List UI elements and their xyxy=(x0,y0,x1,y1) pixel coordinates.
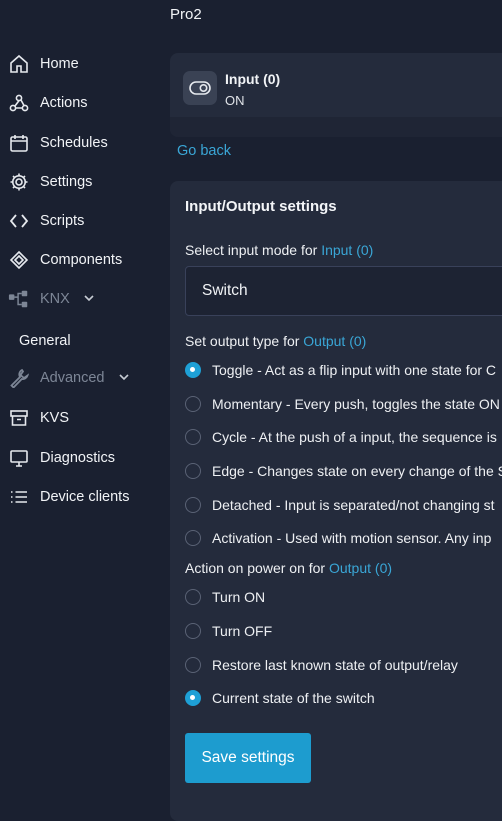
component-card: Input (0) ON xyxy=(170,53,502,137)
radio-label: Detached - Input is separated/not changi… xyxy=(212,497,495,513)
radio-unselected[interactable] xyxy=(185,429,201,445)
sidebar-item-advanced[interactable]: Advanced xyxy=(8,363,129,393)
code-icon xyxy=(8,210,30,232)
radio-unselected[interactable] xyxy=(185,657,201,673)
radio-label: Turn OFF xyxy=(212,623,273,639)
device-title: Pro2 xyxy=(170,6,202,23)
output-type-label: Set output type for Output (0) xyxy=(185,333,366,349)
sidebar-item-actions[interactable]: Actions xyxy=(8,88,88,118)
output-type-option-cycle[interactable]: Cycle - At the push of a input, the sequ… xyxy=(185,426,497,448)
input-mode-label: Select input mode for Input (0) xyxy=(185,242,373,258)
power-on-label: Action on power on for Output (0) xyxy=(185,560,392,576)
wrench-icon xyxy=(8,367,30,389)
sidebar-item-label: KVS xyxy=(40,410,70,426)
radio-unselected[interactable] xyxy=(185,589,201,605)
sidebar-item-schedules[interactable]: Schedules xyxy=(8,128,108,158)
components-icon xyxy=(8,249,30,271)
component-state: ON xyxy=(225,93,245,108)
sidebar-item-device-clients[interactable]: Device clients xyxy=(8,482,129,512)
input-link[interactable]: Input (0) xyxy=(321,242,373,258)
output-type-option-activation[interactable]: Activation - Used with motion sensor. An… xyxy=(185,527,491,549)
radio-selected[interactable] xyxy=(185,690,201,706)
chevron-down-icon xyxy=(84,294,94,305)
component-card-footer xyxy=(170,117,502,137)
sidebar-item-label: Actions xyxy=(40,95,88,111)
sidebar-item-components[interactable]: Components xyxy=(8,245,122,275)
sidebar-item-label: Diagnostics xyxy=(40,450,115,466)
radio-label: Activation - Used with motion sensor. An… xyxy=(212,530,492,546)
settings-title: Input/Output settings xyxy=(185,198,337,215)
sidebar: Home Actions Schedules Settings Scripts … xyxy=(0,0,168,806)
radio-label: Momentary - Every push, toggles the stat… xyxy=(212,396,500,412)
sidebar-item-home[interactable]: Home xyxy=(8,49,79,79)
radio-label: Turn ON xyxy=(212,589,266,605)
output-type-option-toggle[interactable]: Toggle - Act as a flip input with one st… xyxy=(185,359,496,381)
radio-label: Toggle - Act as a flip input with one st… xyxy=(212,362,497,378)
radio-label: Cycle - At the push of a input, the sequ… xyxy=(212,429,497,445)
sidebar-item-kvs[interactable]: KVS xyxy=(8,403,69,433)
input-mode-value: Switch xyxy=(202,282,248,299)
calendar-icon xyxy=(8,132,30,154)
radio-unselected[interactable] xyxy=(185,497,201,513)
sidebar-item-label: Schedules xyxy=(40,135,108,151)
output-type-label-text: Set output type for xyxy=(185,333,300,349)
radio-label: Current state of the switch xyxy=(212,690,375,706)
sidebar-item-label: Components xyxy=(40,252,123,268)
monitor-icon xyxy=(8,447,30,469)
sidebar-item-label: Home xyxy=(40,56,79,72)
network-icon xyxy=(8,288,30,310)
archive-icon xyxy=(8,407,30,429)
sidebar-item-settings[interactable]: Settings xyxy=(8,167,92,197)
output-type-option-edge[interactable]: Edge - Changes state on every change of … xyxy=(185,460,502,482)
power-on-option-turn-off[interactable]: Turn OFF xyxy=(185,620,272,642)
input-mode-label-text: Select input mode for xyxy=(185,242,318,258)
sidebar-item-scripts[interactable]: Scripts xyxy=(8,206,84,236)
radio-unselected[interactable] xyxy=(185,623,201,639)
power-on-option-turn-on[interactable]: Turn ON xyxy=(185,586,265,608)
sidebar-item-label: Scripts xyxy=(40,213,85,229)
sidebar-item-label: Advanced xyxy=(40,370,105,386)
webhook-icon xyxy=(8,92,30,114)
sidebar-item-label: Device clients xyxy=(40,489,130,505)
gear-icon xyxy=(8,171,30,193)
radio-selected[interactable] xyxy=(185,362,201,378)
power-on-label-text: Action on power on for xyxy=(185,560,326,576)
go-back-link[interactable]: Go back xyxy=(177,143,231,159)
power-on-output-link[interactable]: Output (0) xyxy=(329,560,392,576)
toggle-icon xyxy=(183,71,217,105)
sidebar-item-knx[interactable]: KNX xyxy=(8,284,94,314)
power-on-option-current-state[interactable]: Current state of the switch xyxy=(185,687,375,709)
output-type-option-detached[interactable]: Detached - Input is separated/not changi… xyxy=(185,494,495,516)
sidebar-item-diagnostics[interactable]: Diagnostics xyxy=(8,443,115,473)
radio-label: Restore last known state of output/relay xyxy=(212,657,458,673)
home-icon xyxy=(8,53,30,75)
radio-unselected[interactable] xyxy=(185,463,201,479)
power-on-option-restore[interactable]: Restore last known state of output/relay xyxy=(185,654,458,676)
sidebar-item-general[interactable]: General xyxy=(19,333,71,349)
radio-unselected[interactable] xyxy=(185,530,201,546)
radio-unselected[interactable] xyxy=(185,396,201,412)
sidebar-item-label: Settings xyxy=(40,174,93,190)
list-icon xyxy=(8,486,30,508)
input-mode-select[interactable]: Switch xyxy=(185,266,502,316)
sidebar-item-label: KNX xyxy=(40,291,70,307)
chevron-down-icon xyxy=(118,373,129,384)
output-type-option-momentary[interactable]: Momentary - Every push, toggles the stat… xyxy=(185,393,500,415)
radio-label: Edge - Changes state on every change of … xyxy=(212,463,502,479)
save-settings-button[interactable]: Save settings xyxy=(185,733,311,783)
output-link[interactable]: Output (0) xyxy=(303,333,366,349)
component-name: Input (0) xyxy=(225,71,281,87)
